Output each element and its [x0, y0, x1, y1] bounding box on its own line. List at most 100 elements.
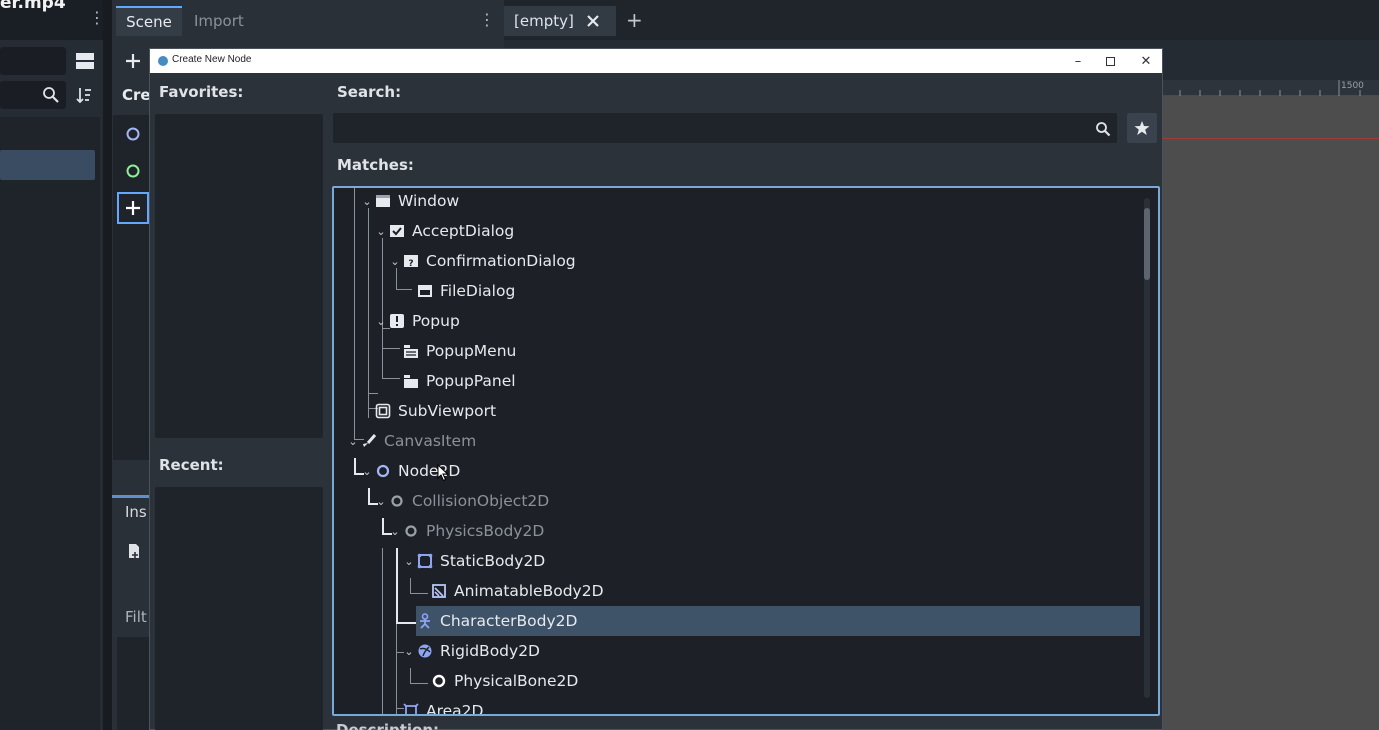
- layout-toggle-icon[interactable]: [72, 48, 98, 74]
- matches-tree[interactable]: ⌄ Window ⌄ AcceptDialog ⌄ ? Confirmation…: [332, 186, 1160, 716]
- add-node-icon[interactable]: [119, 47, 147, 75]
- tree-item-label: CollisionObject2D: [412, 492, 550, 510]
- other-node-icon[interactable]: [117, 192, 149, 224]
- godot-logo-icon: [158, 56, 168, 66]
- search-input[interactable]: [333, 113, 1117, 143]
- tree-item-label: PopupPanel: [426, 372, 516, 390]
- tree-item-label: RigidBody2D: [440, 642, 540, 660]
- window-icon: [374, 192, 392, 210]
- recent-list[interactable]: [155, 487, 323, 730]
- tree-item-label: FileDialog: [440, 282, 516, 300]
- tree-item-node2d[interactable]: ⌄ Node2D: [334, 456, 1140, 486]
- matches-label: Matches:: [337, 156, 414, 174]
- collapse-arrow-icon[interactable]: ⌄: [388, 255, 402, 268]
- minimize-icon[interactable]: –: [1064, 51, 1092, 71]
- tree-item-popupmenu[interactable]: PopupMenu: [334, 336, 1140, 366]
- tree-item-label: StaticBody2D: [440, 552, 546, 570]
- search-label: Search:: [337, 83, 402, 101]
- collapse-arrow-icon[interactable]: ⌄: [388, 525, 402, 538]
- tree-item-confirmationdialog[interactable]: ⌄ ? ConfirmationDialog: [334, 246, 1140, 276]
- description-label: Description:: [336, 721, 440, 730]
- static-body2d-icon: [416, 552, 434, 570]
- collapse-arrow-icon[interactable]: ⌄: [402, 555, 416, 568]
- tree-item-label: PhysicalBone2D: [454, 672, 579, 690]
- scene-dock-menu-icon[interactable]: ⋮: [479, 10, 495, 29]
- tree-item-acceptdialog[interactable]: ⌄ AcceptDialog: [334, 216, 1140, 246]
- recent-label: Recent:: [159, 456, 224, 474]
- file-list-selected-item[interactable]: [0, 150, 95, 180]
- search-icon[interactable]: [38, 82, 64, 108]
- subviewport-icon: [374, 402, 392, 420]
- tree-item-subviewport[interactable]: SubViewport: [334, 396, 1140, 426]
- svg-text:?: ?: [408, 259, 413, 269]
- 2d-viewport[interactable]: [1160, 96, 1379, 730]
- tree-item-label: CanvasItem: [384, 432, 477, 450]
- tree-item-staticbody2d[interactable]: ⌄ StaticBody2D: [334, 546, 1140, 576]
- dialog-title: Create New Node: [172, 54, 252, 65]
- dock-separator[interactable]: [103, 0, 112, 730]
- collapse-arrow-icon[interactable]: ⌄: [346, 435, 360, 448]
- favorites-label: Favorites:: [159, 83, 244, 101]
- node2d-icon: [374, 462, 392, 480]
- physics-body2d-icon: [402, 522, 420, 540]
- favorites-list[interactable]: [155, 114, 323, 438]
- add-scene-tab-icon[interactable]: +: [626, 8, 643, 32]
- tree-item-label: AnimatableBody2D: [454, 582, 604, 600]
- confirmation-dialog-icon: ?: [402, 252, 420, 270]
- collapse-arrow-icon[interactable]: ⌄: [374, 225, 388, 238]
- tab-import[interactable]: Import: [194, 12, 244, 30]
- tree-item-label: Popup: [412, 312, 460, 330]
- file-dialog-icon: [416, 282, 434, 300]
- tab-inspector[interactable]: Ins: [125, 503, 147, 521]
- tree-item-window[interactable]: ⌄ Window: [334, 188, 1140, 216]
- create-root-label: Cre: [122, 86, 151, 104]
- tree-item-filedialog[interactable]: FileDialog: [334, 276, 1140, 306]
- collapse-arrow-icon[interactable]: ⌄: [402, 645, 416, 658]
- tree-item-rigidbody2d[interactable]: ⌄ RigidBody2D: [334, 636, 1140, 666]
- collapse-arrow-icon[interactable]: ⌄: [374, 315, 388, 328]
- new-resource-icon[interactable]: [120, 537, 148, 565]
- file-list[interactable]: [0, 117, 100, 730]
- collapse-arrow-icon[interactable]: ⌄: [360, 465, 374, 478]
- tree-item-area2d[interactable]: Area2D: [334, 696, 1140, 714]
- dialog-titlebar[interactable]: Create New Node – ✕: [150, 49, 1162, 73]
- popup-icon: [388, 312, 406, 330]
- tree-item-canvasitem[interactable]: ⌄ CanvasItem: [334, 426, 1140, 456]
- tree-item-characterbody2d[interactable]: CharacterBody2D: [416, 606, 1140, 636]
- popup-panel-icon: [402, 372, 420, 390]
- path-field[interactable]: [0, 47, 66, 75]
- tree-item-physicsbody2d[interactable]: ⌄ PhysicsBody2D: [334, 516, 1140, 546]
- filter-properties-label: Filt: [125, 608, 147, 626]
- character-body2d-icon: [416, 612, 434, 630]
- collapse-arrow-icon[interactable]: ⌄: [360, 195, 374, 208]
- sort-icon[interactable]: [71, 82, 97, 108]
- tree-item-animatablebody2d[interactable]: AnimatableBody2D: [334, 576, 1140, 606]
- create-new-node-dialog: Create New Node – ✕ Favorites: Recent: S…: [149, 48, 1163, 730]
- user-interface-icon[interactable]: [119, 157, 147, 185]
- area2d-icon: [402, 702, 420, 714]
- tab-empty-scene[interactable]: [empty]: [504, 6, 616, 36]
- close-icon[interactable]: ✕: [1132, 51, 1160, 71]
- tree-item-collisionobject2d[interactable]: ⌄ CollisionObject2D: [334, 486, 1140, 516]
- tree-item-popup[interactable]: ⌄ Popup: [334, 306, 1140, 336]
- scene-tab-label: [empty]: [514, 12, 574, 30]
- 2d-scene-icon[interactable]: [119, 120, 147, 148]
- search-icon: [1092, 118, 1114, 140]
- favorite-star-button[interactable]: [1127, 113, 1157, 143]
- viewport-axis-line: [1160, 138, 1379, 139]
- tree-item-popuppanel[interactable]: PopupPanel: [334, 366, 1140, 396]
- animatable-body2d-icon: [430, 582, 448, 600]
- tree-item-physicalbone2d[interactable]: PhysicalBone2D: [334, 666, 1140, 696]
- accept-dialog-icon: [388, 222, 406, 240]
- inspector-tab-indicator: [112, 495, 152, 498]
- tab-scene[interactable]: Scene: [116, 6, 182, 36]
- tree-scrollbar-thumb[interactable]: [1144, 208, 1150, 280]
- close-tab-icon[interactable]: [586, 14, 600, 28]
- mouse-cursor-icon: [437, 464, 449, 482]
- video-file-title: er.mp4: [0, 0, 66, 13]
- maximize-icon[interactable]: [1096, 51, 1124, 71]
- collapse-arrow-icon[interactable]: ⌄: [374, 495, 388, 508]
- ruler-tick-label: 1500: [1341, 81, 1364, 91]
- inspector-area: [117, 637, 151, 730]
- star-icon: [1134, 121, 1150, 135]
